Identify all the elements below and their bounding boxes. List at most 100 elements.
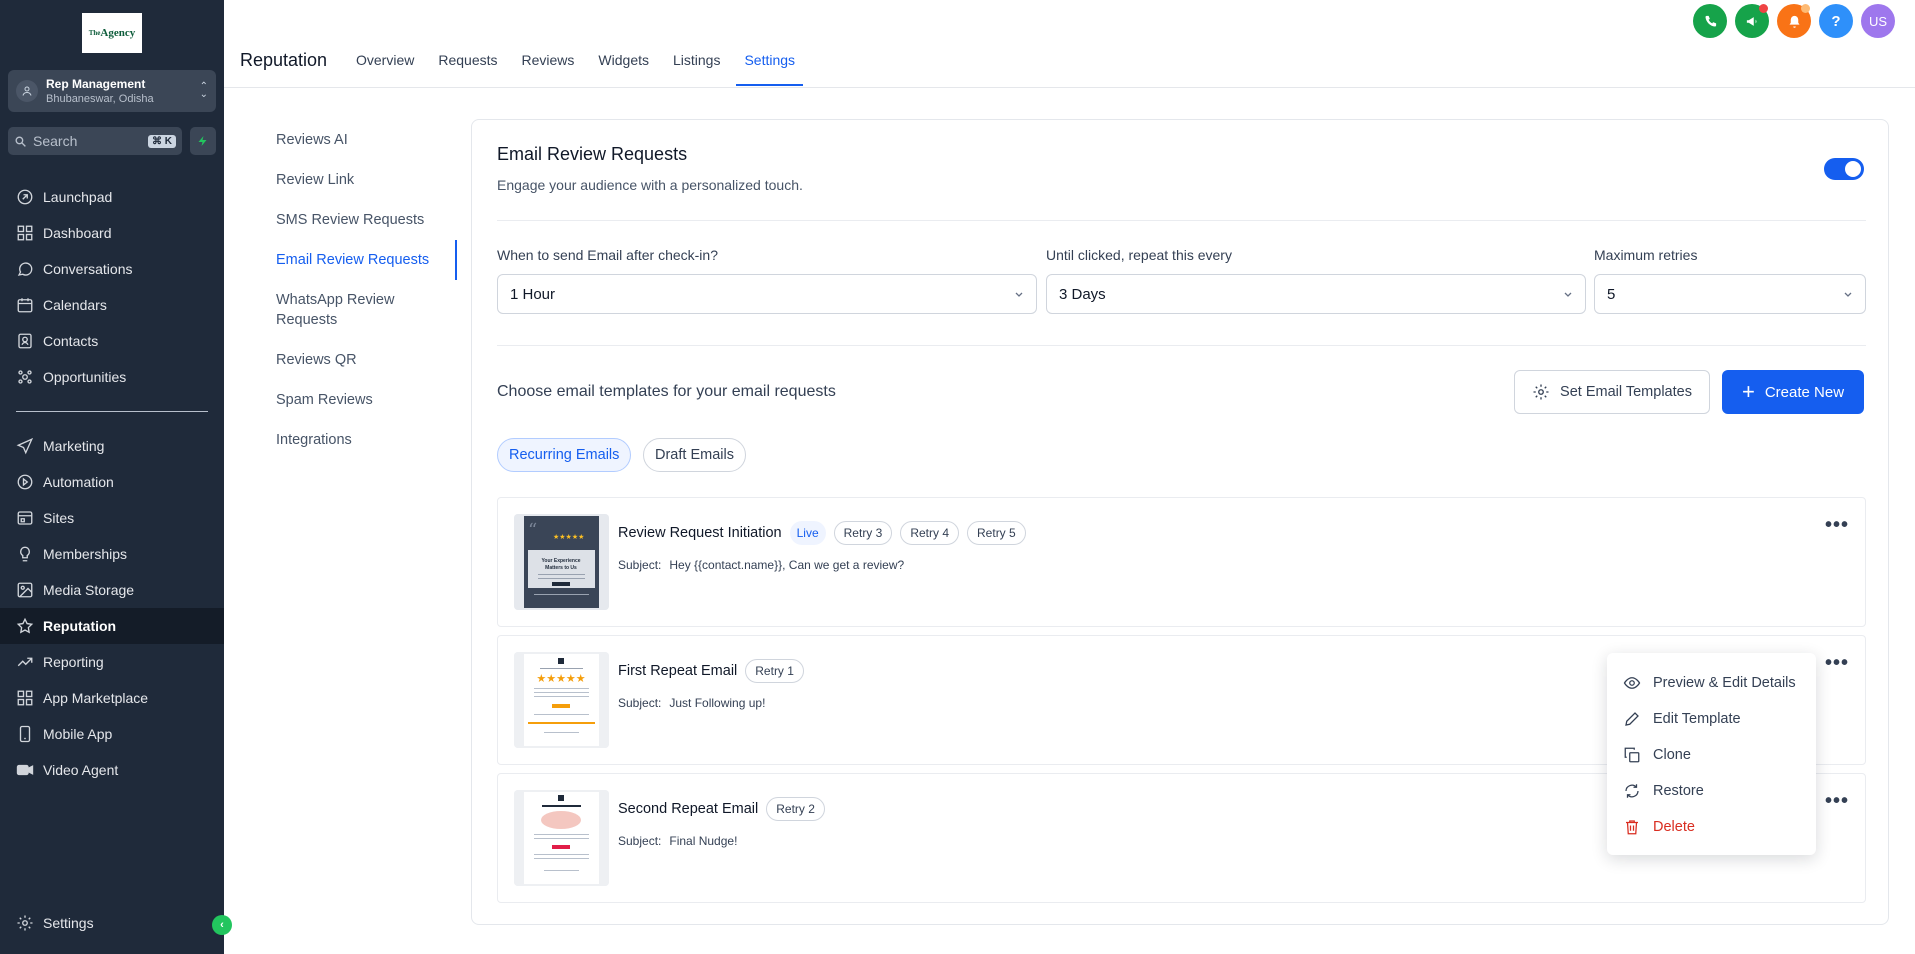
sidebar-item-settings[interactable]: Settings xyxy=(0,905,224,941)
grid-icon xyxy=(17,225,33,241)
plus-icon: + xyxy=(1741,379,1755,404)
svg-text:Your Experience: Your Experience xyxy=(541,558,580,564)
location-icon xyxy=(16,80,38,102)
search-input[interactable]: Search ⌘ K xyxy=(8,127,182,155)
more-options-button[interactable]: ••• xyxy=(1825,652,1849,675)
more-options-button[interactable]: ••• xyxy=(1825,514,1849,537)
retry-badge: Retry 2 xyxy=(766,797,825,821)
sidebar-item-launchpad[interactable]: Launchpad xyxy=(0,179,224,215)
template-thumbnail: ★★★★★ xyxy=(514,652,609,748)
sidebar-item-calendars[interactable]: Calendars xyxy=(0,287,224,323)
submenu-reviews-qr[interactable]: Reviews QR xyxy=(262,340,457,380)
menu-edit-template[interactable]: Edit Template xyxy=(1607,701,1816,737)
card-title: Email Review Requests xyxy=(497,144,688,164)
submenu-review-link[interactable]: Review Link xyxy=(262,160,457,200)
header-actions: ? US xyxy=(1693,4,1895,38)
trend-icon xyxy=(17,657,33,667)
menu-restore[interactable]: Restore xyxy=(1607,773,1816,809)
divider xyxy=(497,220,1866,221)
menu-preview-edit-details[interactable]: Preview & Edit Details xyxy=(1607,665,1816,701)
template-thumbnail: “ ★★★★★ Your Experience Matters to Us xyxy=(514,514,609,610)
template-subject: Subject: Hey {{contact.name}}, Can we get… xyxy=(618,558,905,572)
gear-icon xyxy=(17,915,33,931)
divider xyxy=(497,345,1866,346)
template-row[interactable]: “ ★★★★★ Your Experience Matters to Us Re… xyxy=(497,497,1866,627)
menu-delete[interactable]: Delete xyxy=(1607,809,1816,845)
tab-bar: Overview Requests Reviews Widgets Listin… xyxy=(356,52,827,86)
tab-listings[interactable]: Listings xyxy=(673,52,720,86)
sidebar-item-sites[interactable]: Sites xyxy=(0,500,224,536)
sidebar-item-video-agent[interactable]: Video Agent xyxy=(0,752,224,788)
search-icon xyxy=(15,135,26,147)
sidebar-item-memberships[interactable]: Memberships xyxy=(0,536,224,572)
pencil-icon xyxy=(1625,712,1639,726)
calendar-icon xyxy=(17,298,33,313)
repeat-interval-value: 3 Days xyxy=(1059,285,1106,303)
sidebar-item-reputation[interactable]: Reputation xyxy=(0,608,224,644)
submenu-email-review-requests[interactable]: Email Review Requests xyxy=(262,240,457,280)
sidebar-item-dashboard[interactable]: Dashboard xyxy=(0,215,224,251)
sites-icon xyxy=(17,511,33,525)
location-switcher[interactable]: Rep Management Bhubaneswar, Odisha ⌃ ⌄ xyxy=(8,70,216,112)
more-options-button[interactable]: ••• xyxy=(1825,790,1849,813)
sidebar-item-media-storage[interactable]: Media Storage xyxy=(0,572,224,608)
card-subtitle: Engage your audience with a personalized… xyxy=(497,177,803,193)
automation-icon xyxy=(17,474,33,490)
notifications-button[interactable] xyxy=(1777,4,1811,38)
svg-text:“: “ xyxy=(528,520,537,541)
announcements-button[interactable] xyxy=(1735,4,1769,38)
send-delay-value: 1 Hour xyxy=(510,285,556,303)
submenu-spam-reviews[interactable]: Spam Reviews xyxy=(262,380,457,420)
agency-logo[interactable]: The Agency xyxy=(82,13,142,53)
set-email-templates-button[interactable]: Set Email Templates xyxy=(1514,370,1710,414)
enable-toggle[interactable] xyxy=(1824,158,1864,180)
create-new-button[interactable]: + Create New xyxy=(1722,370,1864,414)
template-thumbnail xyxy=(514,790,609,886)
help-button[interactable]: ? xyxy=(1819,4,1853,38)
help-icon: ? xyxy=(1831,12,1841,30)
max-retries-select[interactable]: 5 xyxy=(1594,274,1866,314)
apps-icon xyxy=(17,690,33,706)
sidebar-item-automation[interactable]: Automation xyxy=(0,464,224,500)
template-title: Second Repeat Email Retry 2 xyxy=(618,797,825,821)
ellipsis-icon: ••• xyxy=(1824,652,1849,674)
video-icon xyxy=(16,764,34,776)
notification-dot xyxy=(1759,4,1768,13)
chevron-left-icon: ‹ xyxy=(220,919,224,931)
sidebar-item-mobile-app[interactable]: Mobile App xyxy=(0,716,224,752)
submenu-sms-review-requests[interactable]: SMS Review Requests xyxy=(262,200,457,240)
tab-reviews[interactable]: Reviews xyxy=(522,52,575,86)
tab-draft-emails[interactable]: Draft Emails xyxy=(643,438,746,472)
tab-recurring-emails[interactable]: Recurring Emails xyxy=(497,438,632,472)
menu-clone[interactable]: Clone xyxy=(1607,737,1816,773)
sidebar-item-opportunities[interactable]: Opportunities xyxy=(0,359,224,395)
tab-settings[interactable]: Settings xyxy=(736,52,804,86)
template-name: Review Request Initiation xyxy=(618,525,782,541)
max-retries-label: Maximum retries xyxy=(1594,247,1698,263)
phone-icon xyxy=(1705,15,1716,26)
phone-button[interactable] xyxy=(1693,4,1727,38)
contacts-icon xyxy=(18,333,32,349)
clone-icon xyxy=(1624,747,1640,763)
repeat-interval-label: Until clicked, repeat this every xyxy=(1046,247,1232,263)
tab-widgets[interactable]: Widgets xyxy=(598,52,649,86)
repeat-interval-select[interactable]: 3 Days xyxy=(1046,274,1586,314)
gear-icon xyxy=(1533,384,1549,400)
collapse-sidebar-button[interactable]: ‹ xyxy=(212,915,232,935)
ellipsis-icon: ••• xyxy=(1824,514,1849,536)
sidebar-item-contacts[interactable]: Contacts xyxy=(0,323,224,359)
sidebar-item-marketing[interactable]: Marketing xyxy=(0,428,224,464)
submenu-integrations[interactable]: Integrations xyxy=(262,420,457,460)
tab-overview[interactable]: Overview xyxy=(356,52,414,86)
submenu-whatsapp-review-requests[interactable]: WhatsApp Review Requests xyxy=(262,280,457,340)
user-avatar[interactable]: US xyxy=(1861,4,1895,38)
sidebar: The Agency Rep Management Bhubaneswar, Od… xyxy=(0,0,232,954)
sidebar-item-reporting[interactable]: Reporting xyxy=(0,644,224,680)
send-delay-select[interactable]: 1 Hour xyxy=(497,274,1037,314)
sidebar-item-app-marketplace[interactable]: App Marketplace xyxy=(0,680,224,716)
sidebar-item-conversations[interactable]: Conversations xyxy=(0,251,224,287)
tab-requests[interactable]: Requests xyxy=(438,52,497,86)
quick-actions-button[interactable] xyxy=(190,127,216,155)
submenu-reviews-ai[interactable]: Reviews AI xyxy=(262,120,457,160)
page-title: Reputation xyxy=(240,50,328,70)
